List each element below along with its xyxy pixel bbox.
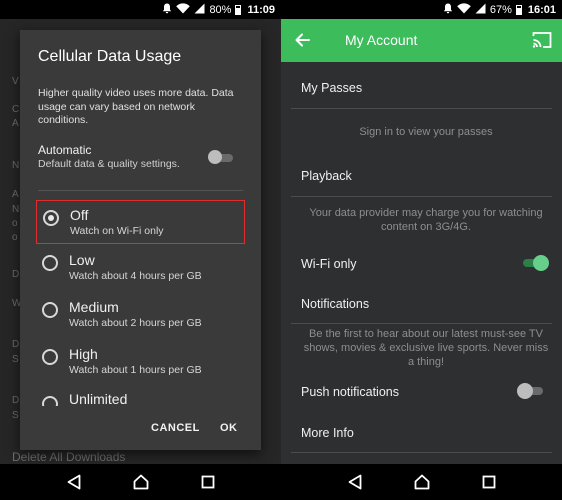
recents-square-icon[interactable] xyxy=(193,467,223,497)
more-info-heading[interactable]: More Info xyxy=(301,426,354,440)
bg-fragment: D xyxy=(12,339,20,350)
bg-fragment: A xyxy=(12,118,19,129)
bg-fragment: D xyxy=(12,269,20,280)
bg-fragment: o xyxy=(12,218,18,229)
playback-heading: Playback xyxy=(301,169,352,183)
status-time: 11:09 xyxy=(247,3,275,16)
toggle-thumb xyxy=(517,383,533,399)
wifi-only-label: Wi-Fi only xyxy=(301,257,357,271)
signal-icon xyxy=(475,3,486,17)
notification-bell-icon xyxy=(162,3,172,17)
bg-fragment: A xyxy=(12,189,19,200)
delete-all-downloads[interactable]: Delete All Downloads xyxy=(12,450,125,464)
notifications-note: Be the first to hear about our latest mu… xyxy=(303,328,549,368)
my-passes-heading: My Passes xyxy=(301,81,363,95)
bg-fragment: S xyxy=(12,410,19,421)
battery-icon xyxy=(235,4,242,15)
status-bar: 80% 11:09 xyxy=(0,0,281,19)
bg-fragment: N xyxy=(12,204,20,215)
push-notifications-label: Push notifications xyxy=(301,385,399,399)
battery-percent: 67% xyxy=(489,3,512,16)
option-unlimited[interactable]: Unlimited xyxy=(36,388,245,406)
automatic-title: Automatic xyxy=(38,143,92,157)
home-circle-icon[interactable] xyxy=(407,467,437,497)
navigation-bar xyxy=(0,464,281,500)
back-triangle-icon[interactable] xyxy=(340,467,370,497)
status-time: 16:01 xyxy=(527,3,556,16)
wifi-icon xyxy=(457,2,471,17)
option-subtitle: Watch on Wi-Fi only xyxy=(70,225,164,237)
wifi-icon xyxy=(176,2,191,17)
radio-checked-icon xyxy=(43,210,59,226)
home-circle-icon[interactable] xyxy=(126,467,156,497)
cancel-button[interactable]: CANCEL xyxy=(151,422,200,434)
battery-percent: 80% xyxy=(209,3,232,16)
option-label: Unlimited xyxy=(69,391,128,406)
notification-bell-icon xyxy=(443,3,453,17)
radio-unchecked-icon xyxy=(42,255,58,271)
option-label: Off xyxy=(70,207,89,223)
option-off[interactable]: Off Watch on Wi-Fi only xyxy=(36,200,245,244)
radio-unchecked-icon xyxy=(42,302,58,318)
notifications-heading: Notifications xyxy=(301,297,370,311)
bg-fragment: V xyxy=(12,76,19,87)
dialog-title: Cellular Data Usage xyxy=(38,48,182,65)
section-divider xyxy=(291,323,552,324)
option-medium[interactable]: Medium Watch about 2 hours per GB xyxy=(36,293,245,337)
bg-fragment: o xyxy=(12,232,18,243)
passes-note[interactable]: Sign in to view your passes xyxy=(301,125,551,139)
bg-fragment: C xyxy=(12,104,20,115)
status-bar: 67% 16:01 xyxy=(281,0,562,19)
left-screen: 80% 11:09 V C A N A N o o D W D S D S De… xyxy=(0,0,281,500)
arrow-back-icon[interactable] xyxy=(293,30,313,50)
option-high[interactable]: High Watch about 1 hours per GB xyxy=(36,340,245,384)
signal-icon xyxy=(194,3,205,17)
recents-square-icon[interactable] xyxy=(474,467,504,497)
cast-icon[interactable] xyxy=(532,31,552,49)
navigation-bar xyxy=(281,464,562,500)
section-divider xyxy=(291,108,552,109)
push-notifications-toggle[interactable] xyxy=(517,383,547,399)
page-title: My Account xyxy=(345,32,418,48)
option-subtitle: Watch about 4 hours per GB xyxy=(69,270,202,282)
wifi-only-toggle[interactable] xyxy=(519,255,549,271)
bg-fragment: D xyxy=(12,395,20,406)
option-label: High xyxy=(69,346,98,362)
app-bar: My Account xyxy=(281,19,562,62)
cellular-data-dialog: Cellular Data Usage Higher quality video… xyxy=(20,30,261,450)
option-subtitle: Watch about 1 hours per GB xyxy=(69,364,202,376)
option-label: Medium xyxy=(69,299,119,315)
playback-note: Your data provider may charge you for wa… xyxy=(309,207,543,233)
toggle-thumb xyxy=(208,150,222,164)
bg-fragment: S xyxy=(12,354,19,365)
option-label: Low xyxy=(69,252,95,268)
back-triangle-icon[interactable] xyxy=(59,467,89,497)
bg-fragment: N xyxy=(12,160,20,171)
option-low[interactable]: Low Watch about 4 hours per GB xyxy=(36,246,245,290)
option-subtitle: Watch about 2 hours per GB xyxy=(69,317,202,329)
ok-button[interactable]: OK xyxy=(220,422,238,434)
battery-icon xyxy=(515,4,522,15)
radio-unchecked-icon xyxy=(42,396,58,406)
section-divider xyxy=(291,452,552,453)
toggle-thumb xyxy=(533,255,549,271)
automatic-toggle[interactable] xyxy=(208,150,234,164)
automatic-subtitle: Default data & quality settings. xyxy=(38,158,180,170)
dialog-divider xyxy=(38,190,243,191)
radio-unchecked-icon xyxy=(42,349,58,365)
right-screen: 67% 16:01 My Account My Passes Sign in t… xyxy=(281,0,562,500)
dialog-description: Higher quality video uses more data. Dat… xyxy=(38,87,234,126)
section-divider xyxy=(291,196,552,197)
